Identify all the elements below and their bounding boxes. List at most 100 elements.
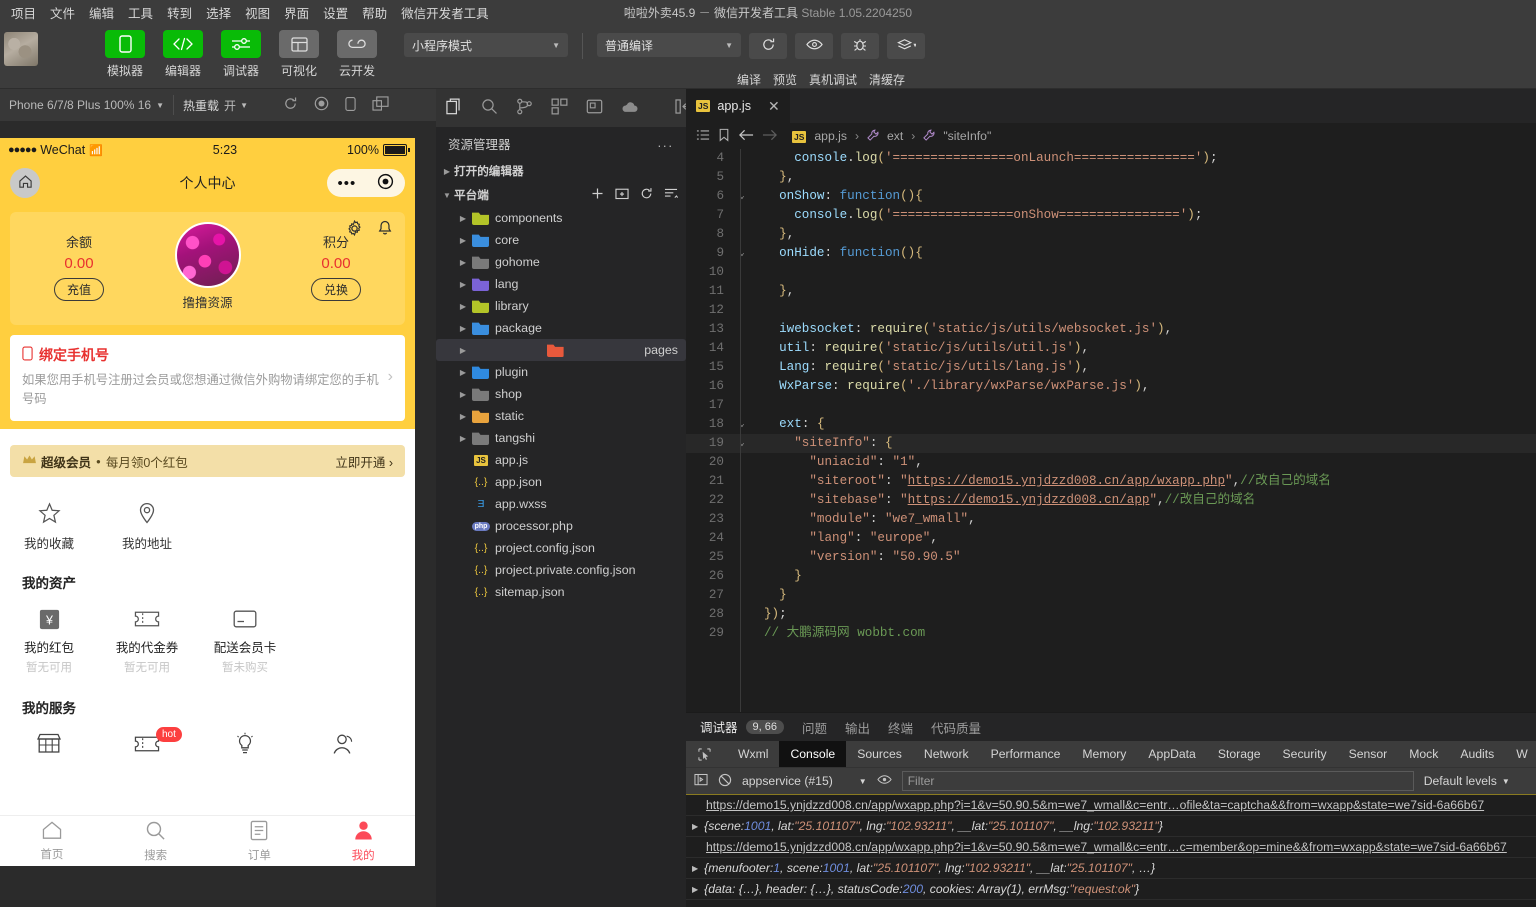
code-line[interactable]: 14 util: require('static/js/utils/util.j…	[686, 339, 1536, 358]
breadcrumb-siteinfo[interactable]: "siteInfo"	[943, 129, 991, 143]
fold-toggle[interactable]	[734, 548, 750, 567]
record-icon[interactable]	[314, 96, 329, 114]
devtools-tab-audits[interactable]: Audits	[1449, 741, 1505, 767]
devtools-tab-appdata[interactable]: AppData	[1137, 741, 1206, 767]
fold-toggle[interactable]: ⌄	[734, 187, 750, 206]
menu-item-settings[interactable]: 设置	[316, 0, 355, 25]
devtools-tab-network[interactable]: Network	[913, 741, 980, 767]
console-context-select[interactable]: appservice (#15) ▼	[742, 774, 867, 788]
debugger-tab-终端[interactable]: 终端	[888, 713, 913, 741]
multi-window-icon[interactable]	[372, 96, 389, 114]
fold-toggle[interactable]	[734, 605, 750, 624]
recharge-button[interactable]: 充值	[54, 278, 104, 301]
code-line[interactable]: 18⌄ ext: {	[686, 415, 1536, 434]
tree-item-pages[interactable]: ▶pages	[436, 339, 686, 361]
menu-item-goto[interactable]: 转到	[160, 0, 199, 25]
tree-item-app-wxss[interactable]: ▶Ǝapp.wxss	[436, 493, 686, 515]
fold-toggle[interactable]	[734, 377, 750, 396]
code-line[interactable]: 5 },	[686, 168, 1536, 187]
console-row[interactable]: ▶{data: {…}, header: {…}, statusCode: 20…	[686, 879, 1536, 900]
new-file-icon[interactable]	[591, 187, 604, 203]
compile-select[interactable]: 普通编译 ▼	[597, 33, 741, 57]
compile-button[interactable]	[749, 33, 787, 59]
quick-address[interactable]: 我的地址	[98, 499, 196, 552]
quick-favorites[interactable]: 我的收藏	[0, 499, 98, 552]
fold-toggle[interactable]	[734, 358, 750, 377]
open-editors-section[interactable]: ▶ 打开的编辑器	[436, 159, 686, 183]
tree-item-plugin[interactable]: ▶plugin	[436, 361, 686, 383]
tree-item-project-config-json[interactable]: ▶{..}project.config.json	[436, 537, 686, 559]
close-capsule-icon[interactable]	[377, 173, 394, 193]
device-select[interactable]: Phone 6/7/8 Plus 100% 16 ▼	[0, 89, 173, 121]
tree-item-gohome[interactable]: ▶gohome	[436, 251, 686, 273]
code-line[interactable]: 13 iwebsocket: require('static/js/utils/…	[686, 320, 1536, 339]
service-shop[interactable]	[0, 729, 98, 759]
files-icon[interactable]	[446, 98, 463, 118]
fold-toggle[interactable]	[734, 396, 750, 415]
tree-item-components[interactable]: ▶components	[436, 207, 686, 229]
fold-toggle[interactable]: ⌄	[734, 434, 750, 453]
refresh-icon[interactable]	[640, 187, 653, 203]
inspect-element-icon[interactable]	[690, 748, 719, 761]
expand-triangle-icon[interactable]: ▶	[692, 885, 698, 894]
fold-toggle[interactable]	[734, 586, 750, 605]
devtools-tab-memory[interactable]: Memory	[1071, 741, 1137, 767]
rotate-device-icon[interactable]	[345, 96, 356, 115]
execute-icon[interactable]	[694, 773, 708, 789]
code-line[interactable]: 25 "version": "50.90.5"	[686, 548, 1536, 567]
tree-item-core[interactable]: ▶core	[436, 229, 686, 251]
bookmark-icon[interactable]	[718, 128, 730, 145]
nav-home-button[interactable]	[10, 168, 40, 198]
console-output[interactable]: https://demo15.ynjdzzd008.cn/app/wxapp.p…	[686, 794, 1536, 907]
toolbar-editor-button[interactable]: 编辑器	[160, 30, 206, 79]
console-link[interactable]: https://demo15.ynjdzzd008.cn/app/wxapp.p…	[706, 798, 1484, 812]
devtools-tab-sources[interactable]: Sources	[846, 741, 913, 767]
devtools-tab-w[interactable]: W	[1505, 741, 1536, 767]
menu-item-select[interactable]: 选择	[199, 0, 238, 25]
avatar[interactable]	[4, 32, 38, 66]
fold-toggle[interactable]	[734, 206, 750, 225]
code-line[interactable]: 15 Lang: require('static/js/utils/lang.j…	[686, 358, 1536, 377]
wechat-capsule[interactable]: •••	[327, 169, 405, 197]
collapse-all-icon[interactable]	[664, 187, 678, 203]
project-section[interactable]: ▼ 平台端	[436, 183, 686, 207]
compile-label[interactable]: 编译	[737, 71, 761, 88]
fold-toggle[interactable]	[734, 472, 750, 491]
user-avatar[interactable]	[175, 222, 241, 288]
tree-item-static[interactable]: ▶static	[436, 405, 686, 427]
tree-item-processor-php[interactable]: ▶phpprocessor.php	[436, 515, 686, 537]
clear-cache-label[interactable]: 清缓存	[869, 71, 905, 88]
bell-icon[interactable]	[377, 220, 393, 240]
fold-toggle[interactable]	[734, 567, 750, 586]
mode-select[interactable]: 小程序模式 ▼	[404, 33, 568, 57]
tab-mine[interactable]: 我的	[311, 816, 415, 866]
preview-button[interactable]	[795, 33, 833, 59]
toolbar-cloud-button[interactable]: 云开发	[334, 30, 380, 79]
code-line[interactable]: 10	[686, 263, 1536, 282]
editor-tab-appjs[interactable]: JS app.js ✕	[686, 89, 791, 123]
devtools-tab-performance[interactable]: Performance	[980, 741, 1072, 767]
tree-item-lang[interactable]: ▶lang	[436, 273, 686, 295]
tree-item-shop[interactable]: ▶shop	[436, 383, 686, 405]
tree-item-package[interactable]: ▶package	[436, 317, 686, 339]
eye-icon[interactable]	[877, 774, 892, 788]
expand-triangle-icon[interactable]: ▶	[692, 822, 698, 831]
preview-label[interactable]: 预览	[773, 71, 797, 88]
fold-toggle[interactable]	[734, 149, 750, 168]
code-line[interactable]: 17	[686, 396, 1536, 415]
console-row[interactable]: ▶{scene: 1001, lat: "25.101107", lng: "1…	[686, 816, 1536, 837]
code-line[interactable]: 22 "sitebase": "https://demo15.ynjdzzd00…	[686, 491, 1536, 510]
devtools-tab-security[interactable]: Security	[1272, 741, 1338, 767]
code-line[interactable]: 26 }	[686, 567, 1536, 586]
real-device-debug-button[interactable]	[841, 33, 879, 59]
menu-item-devtools[interactable]: 微信开发者工具	[394, 0, 496, 25]
fold-toggle[interactable]	[734, 453, 750, 472]
vip-banner[interactable]: 超级会员 ● 每月领0个红包 立即开通 ›	[10, 445, 405, 477]
code-line[interactable]: 12	[686, 301, 1536, 320]
code-line[interactable]: 7 console.log('================onShow===…	[686, 206, 1536, 225]
debugger-tab-输出[interactable]: 输出	[845, 713, 870, 741]
service-idea[interactable]	[196, 729, 294, 759]
menu-item-file[interactable]: 文件	[43, 0, 82, 25]
extensions-icon[interactable]	[551, 98, 568, 118]
tree-item-app-js[interactable]: ▶JSapp.js	[436, 449, 686, 471]
